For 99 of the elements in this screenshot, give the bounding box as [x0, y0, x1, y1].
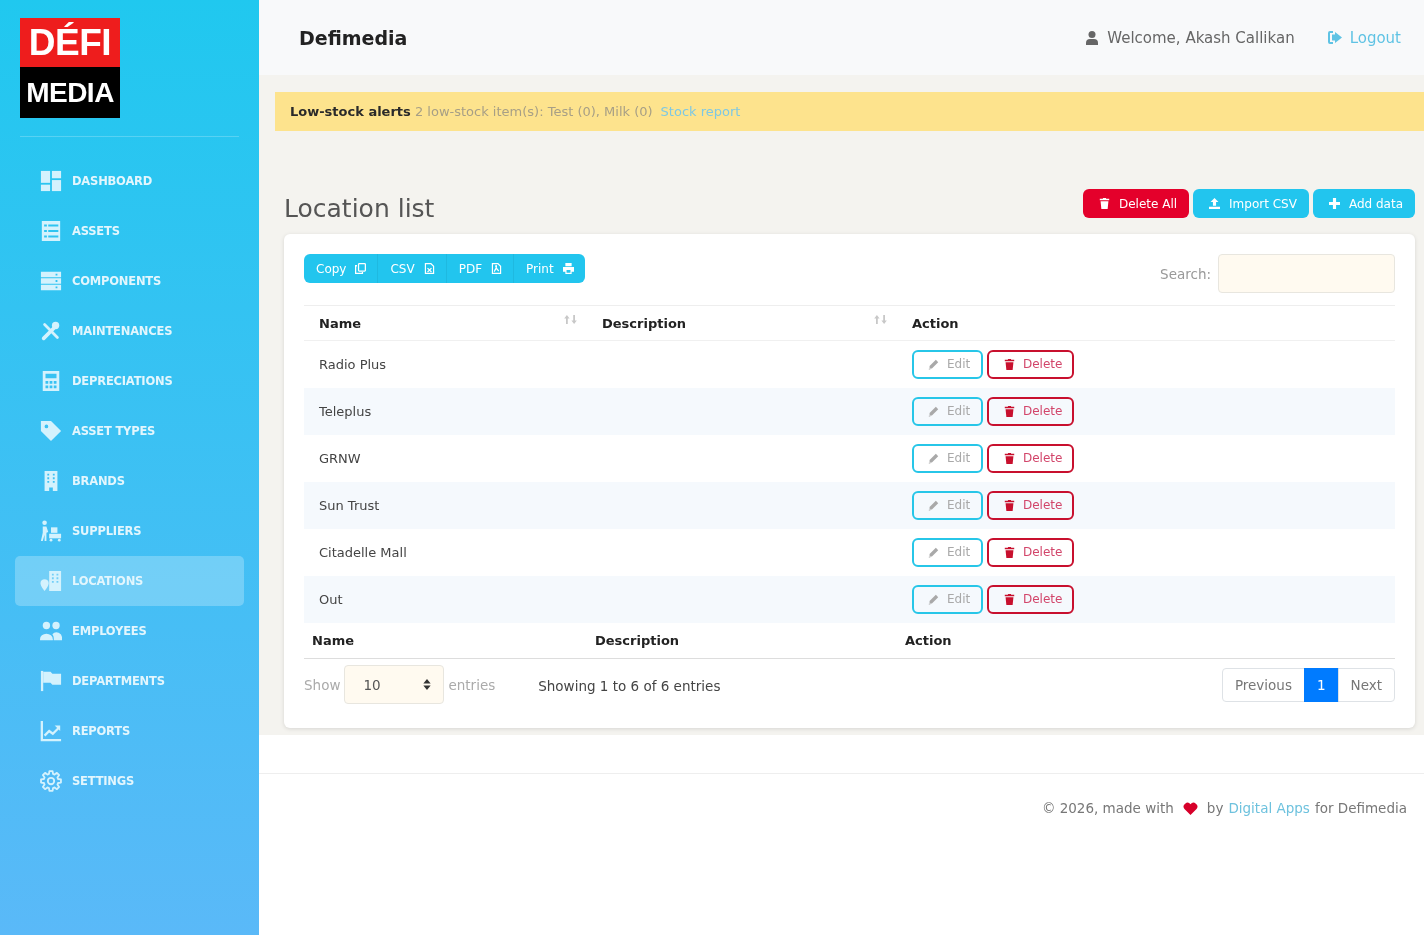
copy-icon	[355, 263, 367, 274]
trash-icon	[1098, 198, 1110, 209]
delete-button[interactable]: Delete	[987, 349, 1074, 379]
page-length-select[interactable]: 10	[344, 665, 445, 704]
credit-link[interactable]: Digital Apps	[1228, 800, 1310, 816]
server-icon	[40, 270, 62, 292]
sidebar-item[interactable]: COMPONENTS	[15, 256, 244, 306]
export-button[interactable]: PDF	[445, 254, 514, 283]
trash-icon	[1004, 358, 1015, 370]
logout-icon	[1327, 31, 1342, 44]
pagination-button[interactable]: 1	[1303, 667, 1339, 702]
export-button[interactable]: Copy	[304, 254, 378, 283]
location-name: Out	[319, 591, 343, 607]
sidebar-item[interactable]: ASSET TYPES	[15, 406, 244, 456]
trash-icon	[1004, 499, 1015, 511]
edit-button[interactable]: Edit	[912, 443, 983, 473]
pencil-icon	[928, 405, 939, 417]
sidebar-item[interactable]: REPORTS	[15, 706, 244, 756]
settings-icon	[40, 770, 62, 792]
printer-icon	[562, 263, 574, 274]
delete-button[interactable]: Delete	[987, 490, 1074, 520]
trash-icon	[1004, 405, 1015, 417]
pencil-icon	[928, 499, 939, 511]
sort-icon	[564, 314, 577, 324]
column-footer: Description	[595, 632, 680, 648]
sidebar-item[interactable]: SUPPLIERS	[15, 506, 244, 556]
file-icon	[491, 263, 503, 274]
edit-button[interactable]: Edit	[912, 490, 983, 520]
sidebar-item[interactable]: BRANDS	[15, 456, 244, 506]
pencil-icon	[928, 546, 939, 558]
edit-button[interactable]: Edit	[912, 396, 983, 426]
delete-button[interactable]: Delete	[987, 443, 1074, 473]
sidebar-item[interactable]: MAINTENANCES	[15, 306, 244, 356]
building-pin-icon	[40, 570, 62, 592]
action-button[interactable]: Delete All	[1082, 189, 1190, 218]
sidebar-item[interactable]: EMPLOYEES	[15, 606, 244, 656]
export-button[interactable]: Print	[513, 254, 585, 283]
trash-icon	[1004, 546, 1015, 558]
chart-icon	[40, 720, 62, 742]
page-title: Location list	[284, 196, 435, 221]
heart-icon	[1182, 801, 1198, 815]
caret-icon	[423, 679, 432, 690]
sidebar-item[interactable]: LOCATIONS	[15, 556, 244, 606]
flag-icon	[40, 670, 62, 692]
sidebar-item[interactable]: DEPARTMENTS	[15, 656, 244, 706]
pencil-icon	[928, 593, 939, 605]
column-header: Action	[897, 305, 1395, 341]
sidebar-item[interactable]: DASHBOARD	[15, 156, 244, 206]
column-header[interactable]: Description	[587, 305, 897, 341]
column-header[interactable]: Name	[304, 305, 587, 341]
location-name: Sun Trust	[319, 497, 380, 513]
export-button[interactable]: CSV	[377, 254, 446, 283]
location-name: Citadelle Mall	[319, 544, 407, 560]
delete-button[interactable]: Delete	[987, 396, 1074, 426]
edit-button[interactable]: Edit	[912, 584, 983, 614]
sidebar-item[interactable]: ASSETS	[15, 206, 244, 256]
show-label: Show	[304, 676, 341, 693]
plus-icon	[1328, 198, 1340, 209]
tag-icon	[40, 420, 62, 442]
sort-icon	[874, 314, 887, 324]
column-footer: Name	[312, 632, 354, 648]
stock-report-link[interactable]: Stock report	[660, 104, 741, 119]
upload-icon	[1209, 198, 1221, 209]
users-icon	[40, 620, 62, 642]
trash-icon	[1004, 452, 1015, 464]
pencil-icon	[928, 452, 939, 464]
search-field[interactable]	[1218, 254, 1395, 293]
welcome-text: Welcome, Akash Callikan	[1107, 28, 1295, 47]
logo: DÉFI MEDIA	[20, 18, 120, 118]
alert-message: Low-stock alerts 2 low-stock item(s): Test (0), Milk (0) Stock report	[290, 104, 741, 119]
pagination-button[interactable]: Previous	[1221, 667, 1305, 702]
edit-button[interactable]: Edit	[912, 537, 983, 567]
user-icon	[1086, 30, 1099, 45]
table-info: Showing 1 to 6 of 6 entries	[538, 678, 721, 694]
calculator-icon	[40, 370, 62, 392]
sidebar-item[interactable]: DEPRECIATIONS	[15, 356, 244, 406]
pagination-button[interactable]: Next	[1337, 667, 1395, 702]
list-icon	[40, 220, 62, 242]
action-button[interactable]: Add data	[1312, 189, 1415, 218]
delete-button[interactable]: Delete	[987, 537, 1074, 567]
pencil-icon	[928, 358, 939, 370]
blocks-icon	[40, 170, 62, 192]
tools-icon	[40, 320, 62, 342]
footer-credit: © 2026, made with by Digital Apps for Defimedia	[1041, 800, 1407, 816]
sidebar-item[interactable]: SETTINGS	[15, 756, 244, 806]
location-name: GRNW	[319, 450, 361, 466]
app-title: Defimedia	[299, 26, 408, 49]
location-name: Teleplus	[319, 403, 372, 419]
column-footer: Action	[905, 632, 952, 648]
delete-button[interactable]: Delete	[987, 584, 1074, 614]
logout-link[interactable]: Logout	[1327, 28, 1401, 47]
action-button[interactable]: Import CSV	[1193, 189, 1309, 218]
search-label: Search:	[1160, 265, 1211, 282]
entries-label: entries	[448, 676, 496, 693]
edit-button[interactable]: Edit	[912, 349, 983, 379]
location-name: Radio Plus	[319, 356, 387, 372]
file-icon	[423, 263, 435, 274]
person-cart-icon	[40, 520, 62, 542]
trash-icon	[1004, 593, 1015, 605]
